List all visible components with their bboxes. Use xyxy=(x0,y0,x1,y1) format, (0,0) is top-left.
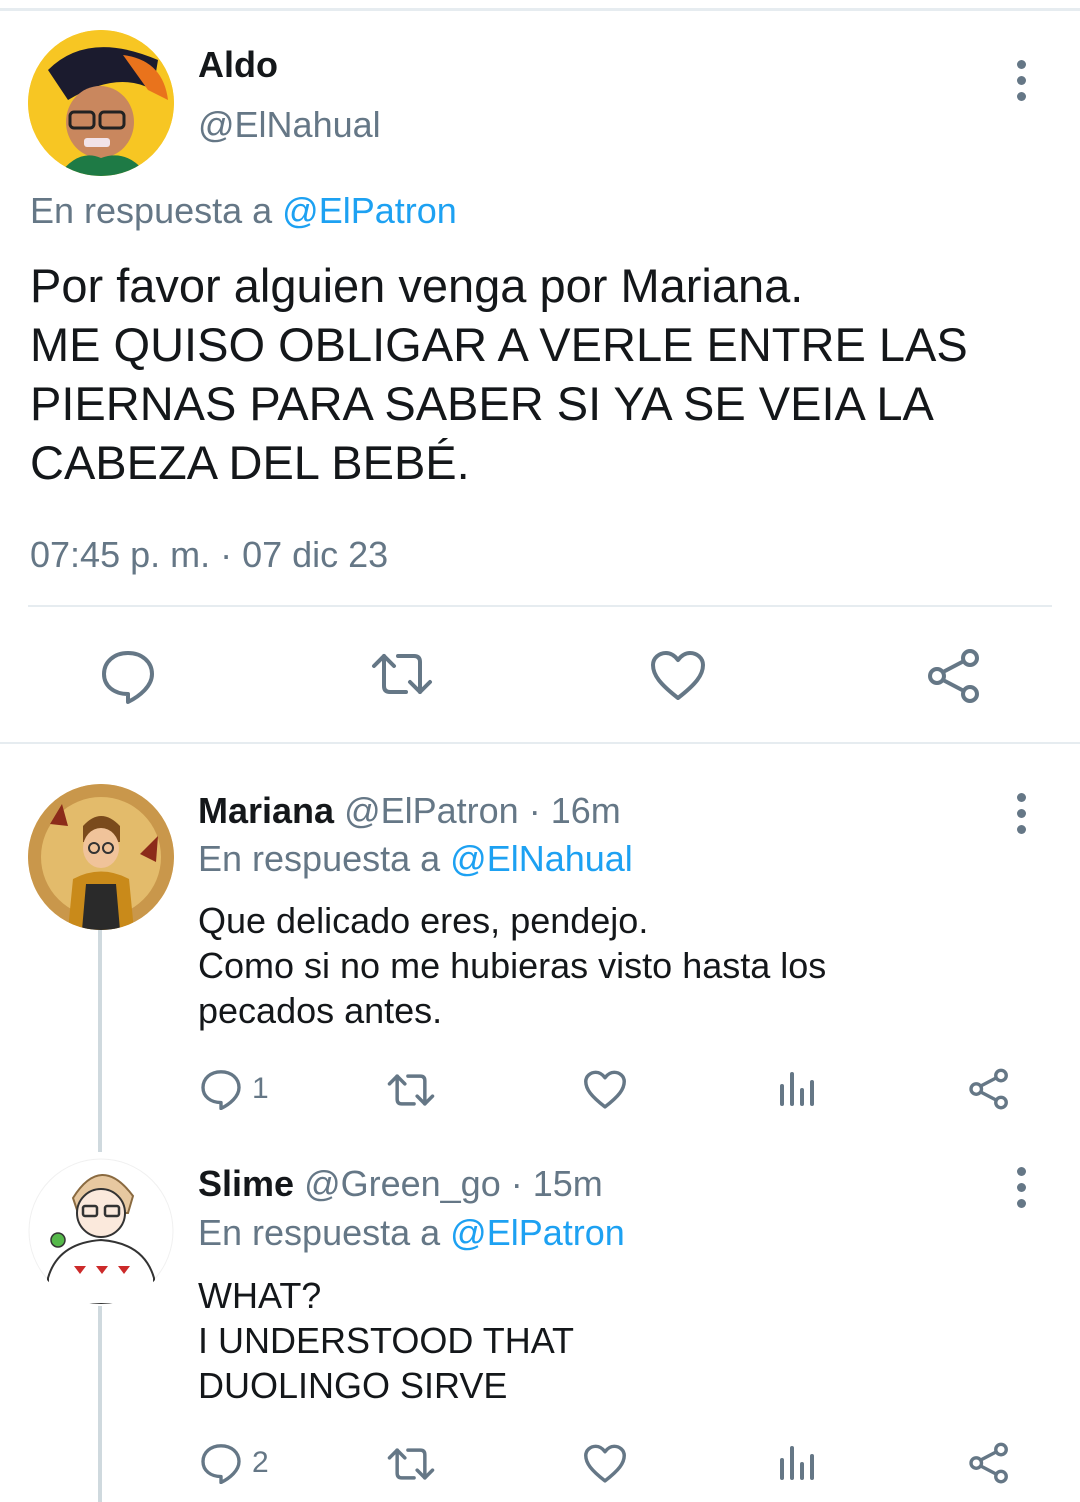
reply-icon[interactable] xyxy=(200,1442,242,1484)
reply-icon[interactable] xyxy=(100,648,156,704)
retweet-icon[interactable] xyxy=(370,648,434,700)
reply-time: · 16m xyxy=(528,790,621,831)
reply-context-prefix: En respuesta a xyxy=(198,838,441,879)
reply-text-line: I UNDERSTOOD THAT xyxy=(198,1320,575,1361)
more-options-icon[interactable] xyxy=(1015,1167,1027,1215)
reply-text-line: DUOLINGO SIRVE xyxy=(198,1365,508,1406)
tweet-body: Por favor alguien venga por Mariana. ME … xyxy=(30,256,968,492)
avatar-illustration-icon xyxy=(28,30,174,176)
tweet-text-line: PIERNAS PARA SABER SI YA SE VEIA LA xyxy=(30,377,934,430)
reply-header: Slime @Green_go · 15m xyxy=(198,1163,603,1205)
reply-body: WHAT? I UNDERSTOOD THAT DUOLINGO SIRVE xyxy=(198,1273,574,1408)
avatar-aldo[interactable] xyxy=(28,30,174,176)
reply-author-handle[interactable]: @Green_go xyxy=(304,1163,501,1204)
like-icon[interactable] xyxy=(650,650,706,702)
reply-count: 2 xyxy=(252,1446,269,1479)
reply-body: Que delicado eres, pendejo. Como si no m… xyxy=(198,898,826,1033)
reply-context: En respuesta a @ElPatron xyxy=(198,1212,625,1254)
avatar-illustration-icon xyxy=(28,784,174,930)
more-options-icon[interactable] xyxy=(1015,793,1027,841)
reply-context-prefix: En respuesta a xyxy=(30,190,273,231)
reply-context-prefix: En respuesta a xyxy=(198,1212,441,1253)
retweet-icon[interactable] xyxy=(386,1444,436,1484)
author-name[interactable]: Aldo xyxy=(198,44,278,86)
reply-context-mention[interactable]: @ElPatron xyxy=(450,1212,625,1253)
reply-author-name[interactable]: Slime xyxy=(198,1163,294,1204)
tweet-text-line: Por favor alguien venga por Mariana. xyxy=(30,259,804,312)
retweet-icon[interactable] xyxy=(386,1070,436,1110)
reply-context-mention[interactable]: @ElNahual xyxy=(450,838,633,879)
top-divider xyxy=(0,8,1080,11)
reply-text-line: Que delicado eres, pendejo. xyxy=(198,900,649,941)
analytics-icon[interactable] xyxy=(778,1444,816,1482)
reply-count: 1 xyxy=(252,1072,269,1105)
thread-line xyxy=(98,930,102,1152)
tweet-timestamp: 07:45 p. m. · 07 dic 23 xyxy=(30,534,389,575)
share-icon[interactable] xyxy=(968,1442,1010,1484)
tweet-text-line: ME QUISO OBLIGAR A VERLE ENTRE LAS xyxy=(30,318,968,371)
thread-line xyxy=(98,1306,102,1502)
like-icon[interactable] xyxy=(583,1070,627,1110)
share-icon[interactable] xyxy=(968,1068,1010,1110)
avatar-slime[interactable] xyxy=(28,1158,174,1304)
reply-text-line: WHAT? xyxy=(198,1275,322,1316)
reply-time: · 15m xyxy=(510,1163,603,1204)
share-icon[interactable] xyxy=(926,648,982,704)
section-divider xyxy=(0,742,1080,744)
author-handle[interactable]: @ElNahual xyxy=(198,104,381,146)
like-icon[interactable] xyxy=(583,1444,627,1484)
reply-context: En respuesta a @ElNahual xyxy=(198,838,633,880)
analytics-icon[interactable] xyxy=(778,1070,816,1108)
reply-header: Mariana @ElPatron · 16m xyxy=(198,790,621,832)
reply-context-mention[interactable]: @ElPatron xyxy=(282,190,457,231)
reply-icon[interactable] xyxy=(200,1068,242,1110)
reply-text-line: pecados antes. xyxy=(198,990,443,1031)
tweet-text-line: CABEZA DEL BEBÉ. xyxy=(30,436,470,489)
reply-context: En respuesta a @ElPatron xyxy=(30,190,457,232)
more-options-icon[interactable] xyxy=(1015,60,1027,108)
action-bar-divider xyxy=(28,605,1052,607)
avatar-mariana[interactable] xyxy=(28,784,174,930)
reply-text-line: Como si no me hubieras visto hasta los xyxy=(198,945,827,986)
reply-author-name[interactable]: Mariana xyxy=(198,790,334,831)
avatar-illustration-icon xyxy=(28,1158,174,1304)
reply-author-handle[interactable]: @ElPatron xyxy=(344,790,519,831)
